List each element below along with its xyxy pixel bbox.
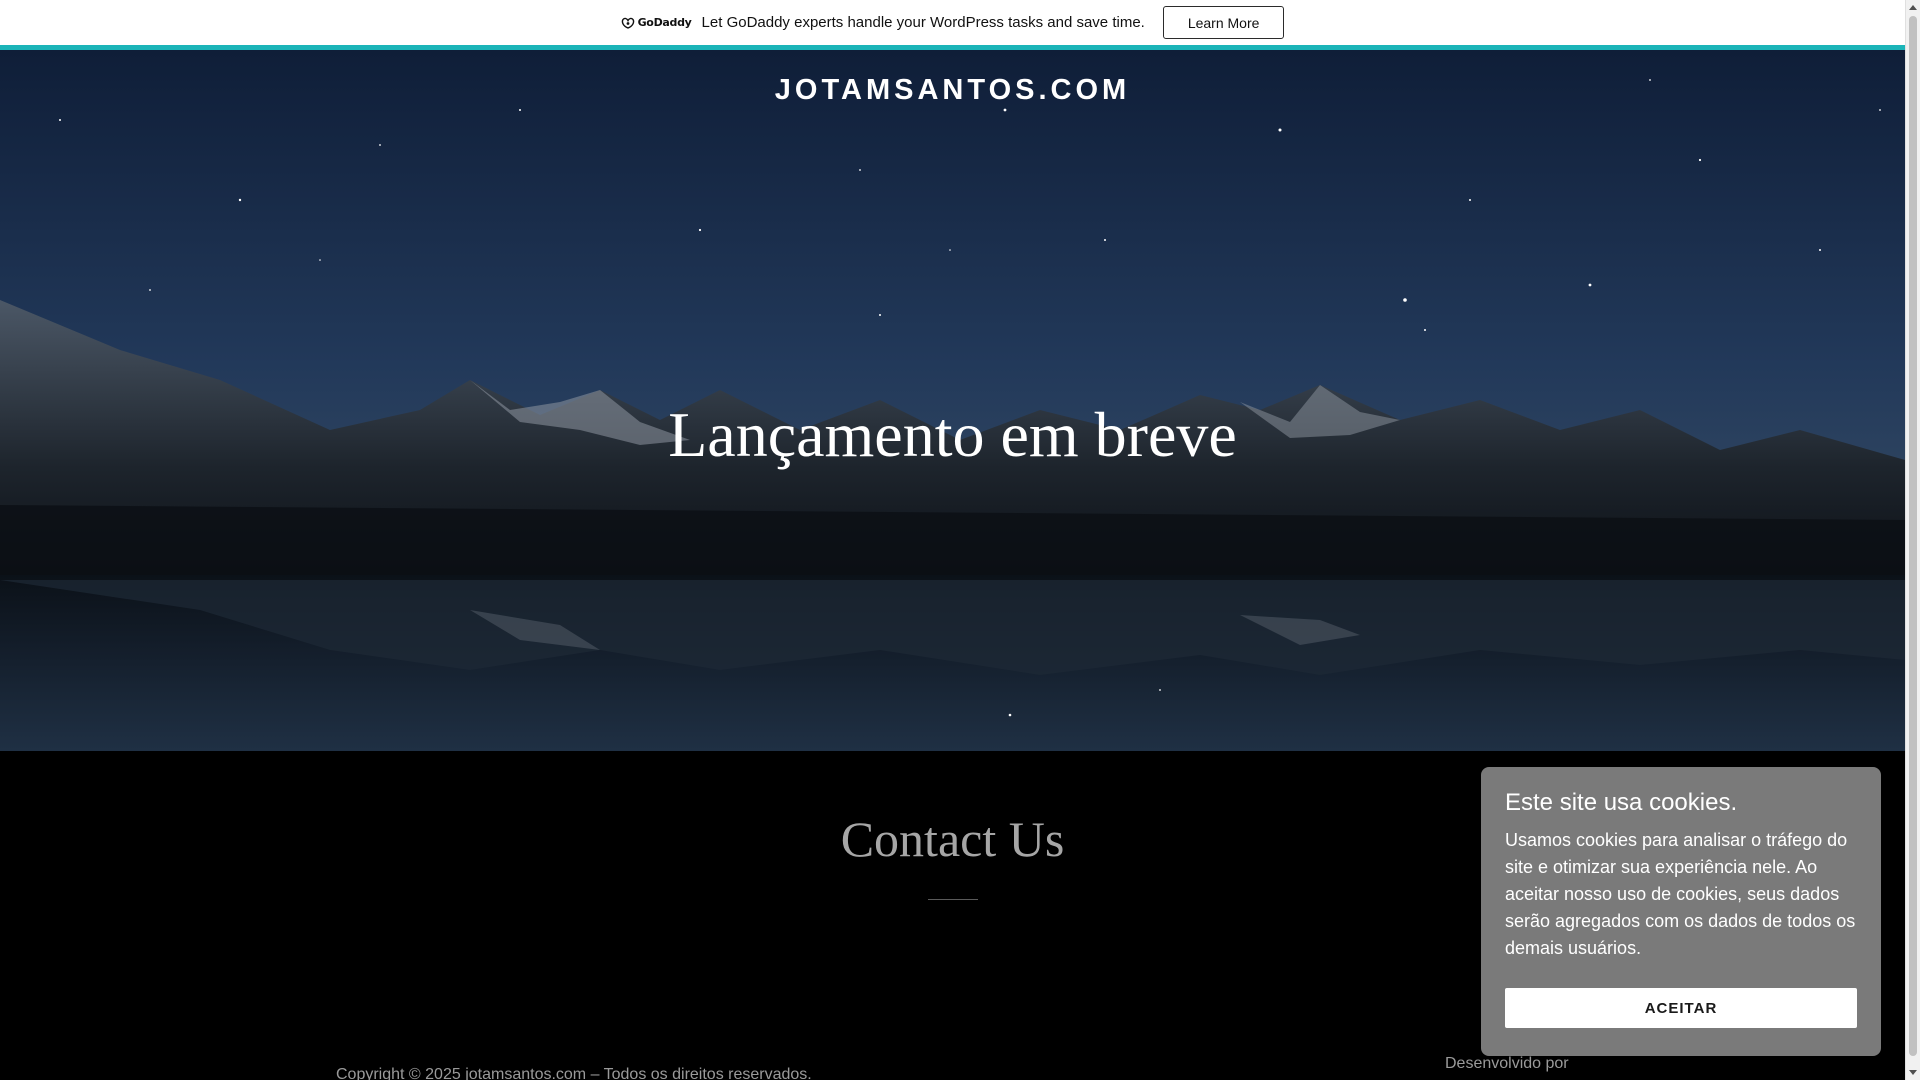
promo-banner: GoDaddy Let GoDaddy experts handle your …: [0, 0, 1905, 50]
hero-heading: Lançamento em breve: [668, 399, 1237, 470]
promo-content: GoDaddy Let GoDaddy experts handle your …: [621, 6, 1285, 39]
site-title[interactable]: JOTAMSANTOS.COM: [0, 74, 1905, 107]
accept-cookies-button[interactable]: ACEITAR: [1505, 988, 1857, 1028]
cookie-message: Usamos cookies para analisar o tráfego d…: [1505, 830, 1856, 958]
scroll-down-arrow-icon[interactable]: [1909, 1070, 1917, 1075]
cookie-title: Este site usa cookies.: [1505, 789, 1738, 816]
scroll-up-arrow-icon[interactable]: [1909, 5, 1917, 10]
godaddy-logo-text: GoDaddy: [637, 16, 692, 29]
promo-message: Let GoDaddy experts handle your WordPres…: [701, 14, 1145, 31]
page: GoDaddy Let GoDaddy experts handle your …: [0, 0, 1920, 1080]
godaddy-logo-icon: [621, 17, 634, 29]
section-divider: [928, 899, 978, 900]
footer-copyright: Copyright © 2025 jotamsantos.com – Todos…: [336, 1066, 812, 1080]
godaddy-logo: GoDaddy: [621, 16, 692, 29]
page-scrollbar[interactable]: [1905, 0, 1920, 1080]
scrollbar-thumb[interactable]: [1909, 16, 1917, 1056]
cookie-consent-dialog: Este site usa cookies. Usamos cookies pa…: [1481, 767, 1881, 1056]
learn-more-button[interactable]: Learn More: [1162, 6, 1285, 39]
footer-powered-by: Desenvolvido por: [1445, 1055, 1569, 1072]
hero-section: JOTAMSANTOS.COM Lançamento em breve: [0, 50, 1905, 751]
